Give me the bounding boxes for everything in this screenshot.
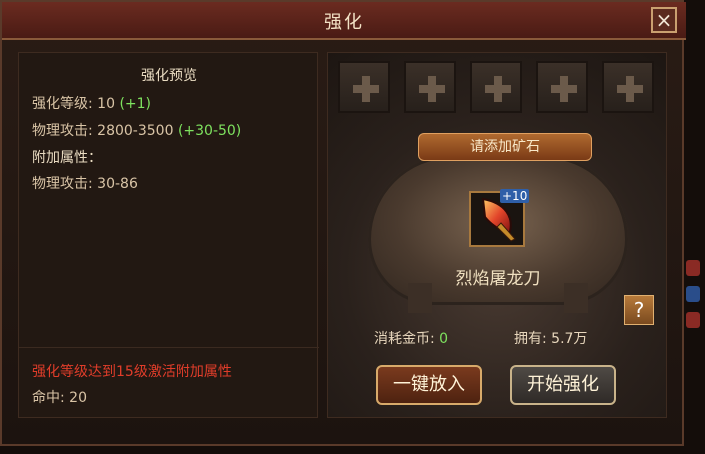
one-click-add-button[interactable]: 一键放入: [376, 365, 482, 405]
ore-slot-2[interactable]: [404, 61, 456, 113]
gold-owned-value: 5.7万: [551, 331, 588, 347]
attack-row: 物理攻击: 2800-3500 (+30-50): [32, 120, 241, 140]
close-button[interactable]: ×: [651, 7, 677, 33]
preview-panel: 强化预览 强化等级: 10 (+1) 物理攻击: 2800-3500 (+30-…: [18, 52, 319, 418]
hit-value: 20: [69, 390, 87, 406]
enhance-level-row: 强化等级: 10 (+1): [32, 93, 151, 113]
side-tab-2[interactable]: [686, 286, 700, 302]
preview-title: 强化预览: [141, 68, 197, 84]
gold-owned-label: 拥有:: [514, 331, 547, 347]
enhance-level-bonus: (+1): [119, 96, 152, 112]
gold-owned: 拥有: 5.7万: [514, 328, 587, 348]
divider: [19, 347, 319, 348]
window-title: 强化: [324, 12, 364, 33]
attack-label: 物理攻击:: [32, 123, 93, 139]
extra-attack-value: 30-86: [97, 176, 138, 192]
enhance-level-value: 10: [97, 96, 115, 112]
side-tabs: [684, 260, 705, 330]
enhance-level-label: 强化等级:: [32, 96, 93, 112]
ore-slot-4[interactable]: [536, 61, 588, 113]
item-plus-badge: +10: [500, 189, 530, 203]
item-name: 烈焰屠龙刀: [455, 269, 541, 289]
help-button[interactable]: ?: [624, 295, 654, 325]
hit-label: 命中:: [32, 390, 65, 406]
attack-value: 2800-3500: [97, 123, 174, 139]
gold-cost-value: 0: [439, 331, 449, 347]
ore-slot-5[interactable]: [602, 61, 654, 113]
enhance-window: 强化 × 强化预览 强化等级: 10 (+1) 物理攻击: 2800-3500 …: [0, 0, 686, 446]
forge-panel: 请添加矿石 +10 烈焰屠龙刀 ? 消耗金币: 0 拥有: 5.7万 一键放入 …: [327, 52, 667, 418]
attack-bonus: (+30-50): [177, 123, 242, 139]
extra-attack-label: 物理攻击:: [32, 176, 93, 192]
ore-slot-1[interactable]: [338, 61, 390, 113]
add-ore-tag: 请添加矿石: [418, 133, 592, 161]
extra-attack-row: 物理攻击: 30-86: [32, 173, 138, 193]
title-bar: 强化 ×: [2, 2, 686, 40]
side-tab-3[interactable]: [686, 312, 700, 328]
unlock-note: 强化等级达到15级激活附加属性: [32, 364, 232, 380]
start-enhance-button[interactable]: 开始强化: [510, 365, 616, 405]
close-icon: ×: [655, 8, 673, 32]
ore-slot-3[interactable]: [470, 61, 522, 113]
gold-cost: 消耗金币: 0: [374, 328, 448, 348]
gold-cost-label: 消耗金币:: [374, 331, 435, 347]
hit-row: 命中: 20: [32, 387, 87, 407]
side-tab-1[interactable]: [686, 260, 700, 276]
extra-attributes-heading: 附加属性：: [32, 150, 102, 166]
